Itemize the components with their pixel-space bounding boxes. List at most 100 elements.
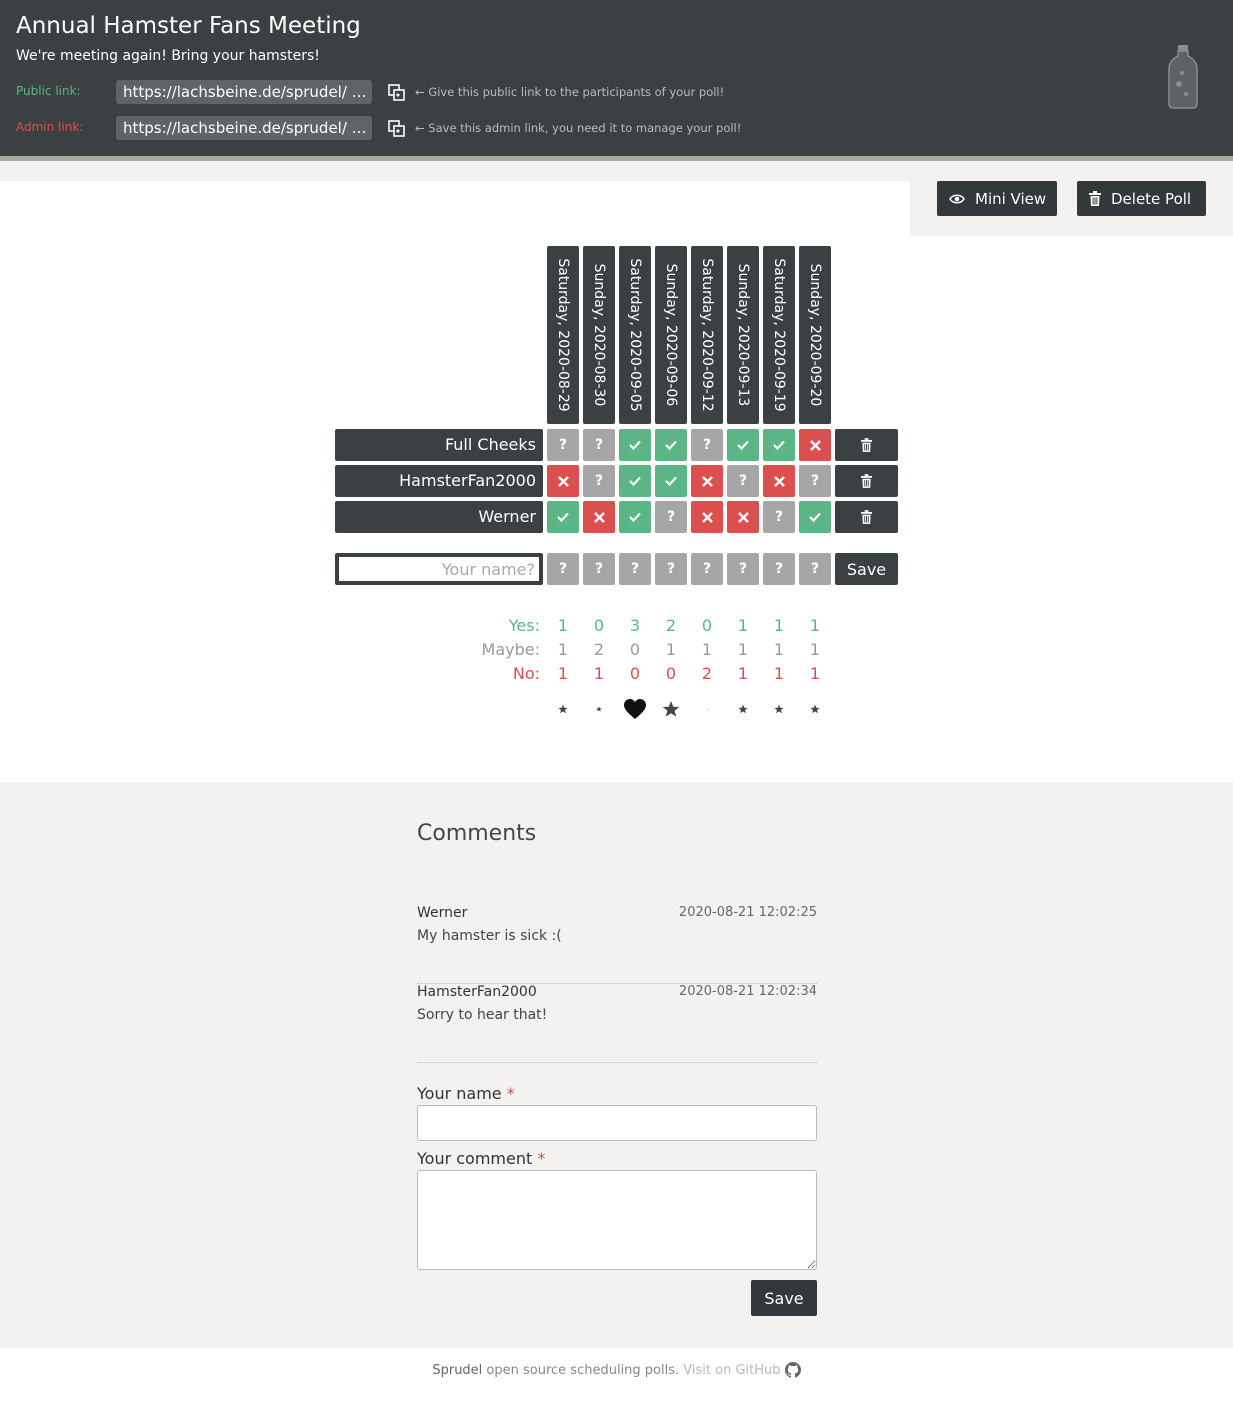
vote-cell-no[interactable] xyxy=(691,465,723,497)
new-vote-cell[interactable]: ? xyxy=(763,553,795,585)
delete-entry-button[interactable] xyxy=(835,501,898,533)
delete-entry-button[interactable] xyxy=(835,465,898,497)
new-vote-cell[interactable]: ? xyxy=(727,553,759,585)
vote-cell-no[interactable] xyxy=(763,465,795,497)
maybe-count: 1 xyxy=(737,640,749,659)
github-link[interactable]: Visit on GitHub xyxy=(683,1362,801,1378)
vote-cell-maybe[interactable]: ? xyxy=(799,465,831,497)
comment-name-input[interactable] xyxy=(417,1105,817,1141)
vote-cell-no[interactable] xyxy=(691,501,723,533)
vote-cell-no[interactable] xyxy=(727,501,759,533)
new-vote-cell[interactable]: ? xyxy=(583,553,615,585)
vote-cell-no[interactable] xyxy=(547,465,579,497)
star-small-icon xyxy=(547,696,579,722)
no-count: 1 xyxy=(557,664,569,683)
no-count: 1 xyxy=(773,664,785,683)
copy-admin-link-icon[interactable] xyxy=(388,120,405,137)
eye-icon xyxy=(949,194,965,203)
vote-cell-maybe[interactable]: ? xyxy=(727,465,759,497)
delete-poll-button[interactable]: Delete Poll xyxy=(1077,181,1206,216)
footer-brand: Sprudel xyxy=(432,1363,483,1378)
vote-cell-maybe[interactable]: ? xyxy=(763,501,795,533)
star-small-icon xyxy=(727,696,759,722)
maybe-count: 1 xyxy=(701,640,713,659)
star-tiny-icon xyxy=(583,696,615,722)
admin-link-field[interactable]: https://lachsbeine.de/sprudel/ … xyxy=(116,116,372,140)
comment-author: HamsterFan2000 xyxy=(417,984,537,1000)
date-column-header: Sunday, 2020-09-20 xyxy=(799,246,831,424)
vote-cell-no[interactable] xyxy=(583,501,615,533)
new-vote-cell[interactable]: ? xyxy=(691,553,723,585)
star-large-icon xyxy=(655,696,687,722)
vote-cell-maybe[interactable]: ? xyxy=(691,429,723,461)
no-count: 1 xyxy=(809,664,821,683)
maybe-count: 0 xyxy=(629,640,641,659)
dot-icon xyxy=(691,696,723,722)
no-count: 1 xyxy=(737,664,749,683)
date-label: Sunday, 2020-09-13 xyxy=(735,263,751,407)
comment-timestamp: 2020-08-21 12:02:34 xyxy=(678,984,817,999)
comments-title: Comments xyxy=(417,821,537,846)
new-entry-name-input[interactable] xyxy=(339,557,539,581)
mini-view-button[interactable]: Mini View xyxy=(937,181,1057,216)
trash-icon xyxy=(861,438,872,452)
copy-public-link-icon[interactable] xyxy=(388,84,405,101)
date-label: Saturday, 2020-09-19 xyxy=(771,258,787,412)
mini-view-label: Mini View xyxy=(975,189,1047,208)
vote-cell-yes[interactable] xyxy=(619,501,651,533)
poll-actions: Mini View Delete Poll xyxy=(910,161,1233,236)
comment-item: Werner 2020-08-21 12:02:25 My hamster is… xyxy=(417,905,817,984)
no-count: 0 xyxy=(629,664,641,683)
yes-count: 0 xyxy=(593,616,605,635)
date-label: Saturday, 2020-09-12 xyxy=(699,258,715,412)
yes-count: 0 xyxy=(701,616,713,635)
comment-textarea[interactable] xyxy=(417,1170,817,1270)
comment-item: HamsterFan2000 2020-08-21 12:02:34 Sorry… xyxy=(417,984,817,1063)
public-link-field[interactable]: https://lachsbeine.de/sprudel/ … xyxy=(116,80,372,104)
vote-cell-maybe[interactable]: ? xyxy=(655,501,687,533)
delete-entry-button[interactable] xyxy=(835,429,898,461)
vote-cell-yes[interactable] xyxy=(727,429,759,461)
new-vote-cell[interactable]: ? xyxy=(799,553,831,585)
new-entry-name-wrapper xyxy=(335,553,543,585)
vote-cell-no[interactable] xyxy=(799,429,831,461)
vote-cell-yes[interactable] xyxy=(655,465,687,497)
footer-text: open source scheduling polls. xyxy=(482,1363,684,1378)
new-vote-cell[interactable]: ? xyxy=(655,553,687,585)
vote-cell-yes[interactable] xyxy=(619,465,651,497)
yes-count: 1 xyxy=(737,616,749,635)
vote-cell-yes[interactable] xyxy=(655,429,687,461)
star-small-icon xyxy=(763,696,795,722)
vote-cell-maybe[interactable]: ? xyxy=(547,429,579,461)
public-link-hint: ← Give this public link to the participa… xyxy=(415,85,725,99)
admin-link-hint: ← Save this admin link, you need it to m… xyxy=(415,121,742,135)
vote-cell-yes[interactable] xyxy=(547,501,579,533)
vote-cell-maybe[interactable]: ? xyxy=(583,465,615,497)
vote-cell-yes[interactable] xyxy=(763,429,795,461)
maybe-count: 1 xyxy=(809,640,821,659)
admin-link-row: Admin link: https://lachsbeine.de/sprude… xyxy=(16,116,796,140)
vote-cell-yes[interactable] xyxy=(799,501,831,533)
public-link-row: Public link: https://lachsbeine.de/sprud… xyxy=(16,80,796,104)
date-column-header: Saturday, 2020-08-29 xyxy=(547,246,579,424)
new-vote-cell[interactable]: ? xyxy=(547,553,579,585)
no-count: 1 xyxy=(593,664,605,683)
github-link-label: Visit on GitHub xyxy=(683,1363,781,1378)
date-label: Sunday, 2020-08-30 xyxy=(591,263,607,407)
date-label: Saturday, 2020-09-05 xyxy=(627,258,643,412)
participant-name: Werner xyxy=(335,501,543,533)
trash-icon xyxy=(861,474,872,488)
toolbar-strip xyxy=(0,161,910,181)
comment-name-label: Your name * xyxy=(417,1084,515,1103)
comment-text: Sorry to hear that! xyxy=(417,1007,548,1023)
no-summary-label: No: xyxy=(512,664,540,683)
new-vote-cell[interactable]: ? xyxy=(619,553,651,585)
date-column-header: Saturday, 2020-09-19 xyxy=(763,246,795,424)
maybe-count: 1 xyxy=(773,640,785,659)
vote-cell-maybe[interactable]: ? xyxy=(583,429,615,461)
yes-count: 3 xyxy=(629,616,641,635)
save-vote-button[interactable]: Save xyxy=(835,553,898,585)
vote-cell-yes[interactable] xyxy=(619,429,651,461)
save-comment-button[interactable]: Save xyxy=(751,1280,817,1316)
poll-description: We're meeting again! Bring your hamsters… xyxy=(16,48,320,64)
